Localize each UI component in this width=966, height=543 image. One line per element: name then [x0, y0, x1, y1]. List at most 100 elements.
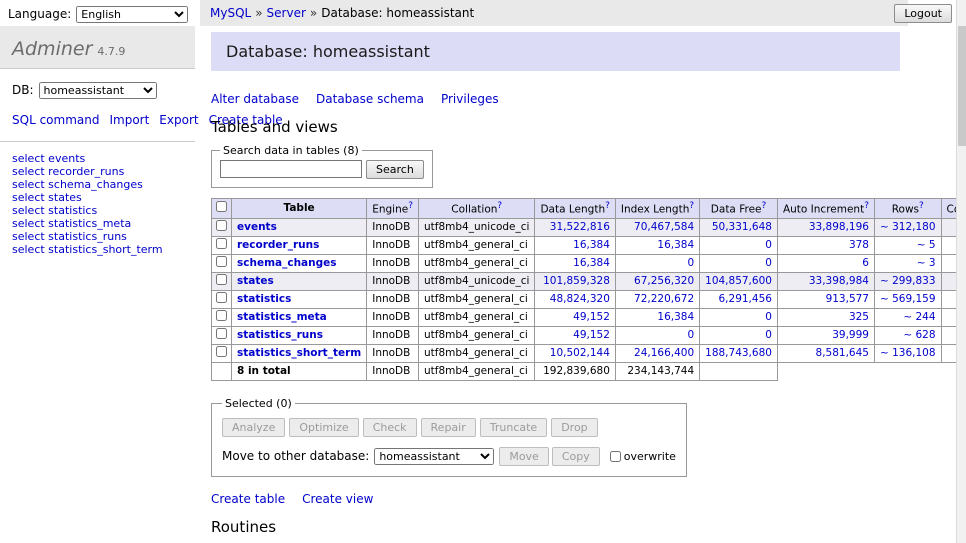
auto_increment-link[interactable]: 325 — [849, 311, 869, 323]
row-checkbox-recorder-runs[interactable] — [216, 238, 227, 249]
auto_increment-link[interactable]: 33,898,196 — [809, 221, 869, 233]
rows-link[interactable]: ~ 628 — [903, 329, 935, 341]
sidebar-table-item: select statistics — [12, 204, 183, 217]
tables-heading: Tables and views — [211, 118, 956, 136]
table-link-statistics-meta[interactable]: statistics_meta — [237, 311, 327, 323]
sidebar-select-statistics-runs[interactable]: select statistics_runs — [12, 230, 127, 243]
data_free-link[interactable]: 0 — [765, 311, 772, 323]
select-all-checkbox[interactable] — [216, 201, 227, 212]
column-help-link[interactable]: ? — [689, 201, 694, 211]
rows-link[interactable]: ~ 312,180 — [880, 221, 936, 233]
rows-link[interactable]: ~ 3 — [917, 257, 936, 269]
table-link-schema-changes[interactable]: schema_changes — [237, 257, 337, 269]
page-title: Database: homeassistant — [211, 32, 900, 71]
sidebar-select-statistics-short-term[interactable]: select statistics_short_term — [12, 243, 163, 256]
sidebar-select-states[interactable]: select states — [12, 191, 82, 204]
table-link-statistics-short-term[interactable]: statistics_short_term — [237, 347, 361, 359]
db-action-privileges[interactable]: Privileges — [441, 92, 499, 106]
data_length-link[interactable]: 31,522,816 — [550, 221, 610, 233]
auto_increment-link[interactable]: 39,999 — [832, 329, 869, 341]
data_free-link[interactable]: 188,743,680 — [705, 347, 772, 359]
scrollbar[interactable] — [956, 0, 966, 543]
column-help-link[interactable]: ? — [408, 201, 413, 211]
index_length-link[interactable]: 16,384 — [657, 239, 694, 251]
sidebar-link-import[interactable]: Import — [109, 113, 149, 127]
column-help-link[interactable]: ? — [497, 201, 502, 211]
data_free-link[interactable]: 6,291,456 — [719, 293, 772, 305]
index_length-link[interactable]: 0 — [687, 329, 694, 341]
data_free-link[interactable]: 0 — [765, 239, 772, 251]
table-link-statistics-runs[interactable]: statistics_runs — [237, 329, 323, 341]
rows-link[interactable]: ~ 299,833 — [880, 275, 936, 287]
rows-link[interactable]: ~ 5 — [917, 239, 936, 251]
move-db-select[interactable]: homeassistant — [374, 448, 494, 465]
create-link-create-table[interactable]: Create table — [211, 492, 285, 506]
auto_increment-link[interactable]: 6 — [862, 257, 869, 269]
row-checkbox-states[interactable] — [216, 274, 227, 285]
data_length-link[interactable]: 101,859,328 — [543, 275, 610, 287]
overwrite-checkbox[interactable] — [610, 451, 621, 462]
row-checkbox-events[interactable] — [216, 220, 227, 231]
sidebar-select-recorder-runs[interactable]: select recorder_runs — [12, 165, 124, 178]
sidebar-select-schema-changes[interactable]: select schema_changes — [12, 178, 143, 191]
data_length-link[interactable]: 10,502,144 — [550, 347, 610, 359]
language-select[interactable]: English — [76, 6, 188, 23]
column-help-link[interactable]: ? — [864, 201, 869, 211]
breadcrumb-server[interactable]: Server — [267, 6, 306, 20]
data_length-link[interactable]: 48,824,320 — [550, 293, 610, 305]
index_length-link[interactable]: 70,467,584 — [634, 221, 694, 233]
row-checkbox-statistics-meta[interactable] — [216, 310, 227, 321]
index_length-link[interactable]: 16,384 — [657, 311, 694, 323]
row-checkbox-statistics-runs[interactable] — [216, 328, 227, 339]
table-link-recorder-runs[interactable]: recorder_runs — [237, 239, 319, 251]
row-checkbox-statistics[interactable] — [216, 292, 227, 303]
data_length-link[interactable]: 16,384 — [573, 239, 610, 251]
main-content: Database: homeassistant Alter database Da… — [211, 26, 956, 543]
auto_increment-link[interactable]: 913,577 — [826, 293, 869, 305]
data_length-link[interactable]: 49,152 — [573, 329, 610, 341]
auto_increment-link[interactable]: 378 — [849, 239, 869, 251]
create-link-create-view[interactable]: Create view — [302, 492, 373, 506]
table-link-statistics[interactable]: statistics — [237, 293, 291, 305]
column-help-link[interactable]: ? — [919, 201, 924, 211]
table-link-events[interactable]: events — [237, 221, 277, 233]
sidebar-table-item: select statistics_short_term — [12, 243, 183, 256]
search-button[interactable]: Search — [366, 160, 424, 179]
sidebar-select-statistics[interactable]: select statistics — [12, 204, 97, 217]
search-input[interactable] — [220, 160, 362, 178]
rows-link[interactable]: ~ 244 — [903, 311, 935, 323]
row-checkbox-schema-changes[interactable] — [216, 256, 227, 267]
index_length-link[interactable]: 67,256,320 — [634, 275, 694, 287]
sidebar-select-events[interactable]: select events — [12, 152, 85, 165]
rows-link[interactable]: ~ 569,159 — [880, 293, 936, 305]
data_length-link[interactable]: 49,152 — [573, 311, 610, 323]
logout-button[interactable]: Logout — [894, 4, 952, 23]
index_length-link[interactable]: 0 — [687, 257, 694, 269]
rows-link[interactable]: ~ 136,108 — [880, 347, 936, 359]
sidebar-link-sql-command[interactable]: SQL command — [12, 113, 99, 127]
table-link-states[interactable]: states — [237, 275, 274, 287]
breadcrumb-mysql[interactable]: MySQL — [210, 6, 251, 20]
sidebar-link-export[interactable]: Export — [159, 113, 198, 127]
db-select[interactable]: homeassistant — [39, 82, 157, 99]
column-help-link[interactable]: ? — [605, 201, 610, 211]
column-help-link[interactable]: ? — [762, 201, 767, 211]
data_length-link[interactable]: 16,384 — [573, 257, 610, 269]
data_free-link[interactable]: 50,331,648 — [712, 221, 772, 233]
db-label: DB: — [12, 83, 34, 97]
index_length-link[interactable]: 24,166,400 — [634, 347, 694, 359]
scrollbar-thumb[interactable] — [958, 26, 966, 146]
data_free-link[interactable]: 0 — [765, 329, 772, 341]
collation-value: utf8mb4_unicode_ci — [424, 275, 529, 287]
db-action-database-schema[interactable]: Database schema — [316, 92, 424, 106]
table-row-events: eventsInnoDButf8mb4_unicode_ci31,522,816… — [212, 218, 957, 236]
data_free-link[interactable]: 104,857,600 — [705, 275, 772, 287]
adminer-logo[interactable]: Adminer — [12, 38, 92, 60]
sidebar-select-statistics-meta[interactable]: select statistics_meta — [12, 217, 131, 230]
index_length-link[interactable]: 72,220,672 — [634, 293, 694, 305]
data_free-link[interactable]: 0 — [765, 257, 772, 269]
auto_increment-link[interactable]: 33,398,984 — [809, 275, 869, 287]
db-action-alter-database[interactable]: Alter database — [211, 92, 299, 106]
row-checkbox-statistics-short-term[interactable] — [216, 346, 227, 357]
auto_increment-link[interactable]: 8,581,645 — [816, 347, 869, 359]
